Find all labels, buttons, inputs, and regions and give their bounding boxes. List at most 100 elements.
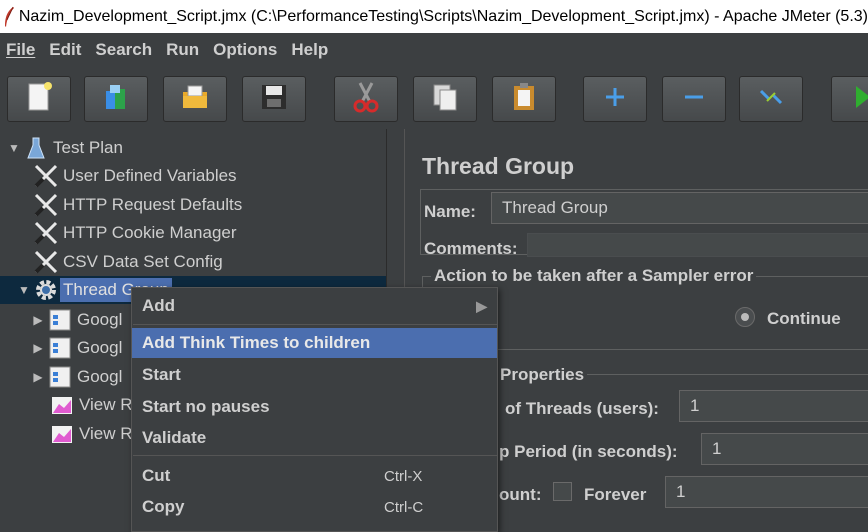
loop-count-field[interactable]: 1 [665, 476, 868, 508]
ramp-up-label: p Period (in seconds): [499, 442, 678, 461]
ramp-up-field[interactable]: 1 [701, 433, 868, 465]
save-button[interactable] [242, 76, 306, 122]
context-menu-separator [133, 324, 498, 325]
tree-expanded-arrow-icon[interactable]: ▼ [16, 283, 32, 297]
context-menu-add[interactable]: Add ▶ [132, 291, 497, 321]
test-plan-flask-icon [22, 135, 50, 161]
toggle-button[interactable] [739, 76, 803, 122]
listener-graph-icon [48, 421, 76, 447]
tree-item-csv-data-set-config[interactable]: CSV Data Set Config [32, 248, 226, 276]
comments-label: Comments: [424, 239, 518, 258]
panel-title: Thread Group [422, 153, 575, 179]
sampler-error-group-title: Action to be taken after a Sampler error [431, 266, 757, 286]
paste-icon [509, 81, 539, 118]
tree-collapsed-arrow-icon[interactable]: ▶ [30, 341, 46, 355]
new-document-icon [24, 81, 54, 118]
copy-button[interactable] [413, 76, 477, 122]
sampler-icon [46, 364, 74, 390]
context-menu-add-think-times[interactable]: Add Think Times to children [132, 328, 497, 358]
context-menu-item-label: Add Think Times to children [142, 333, 371, 352]
gear-icon [32, 277, 60, 303]
open-button[interactable] [163, 76, 227, 122]
tree-item-label: Googl [77, 338, 123, 357]
expand-icon [602, 84, 628, 115]
tree-item-label: User Defined Variables [63, 166, 237, 185]
context-menu-shortcut: Ctrl-X [384, 467, 423, 485]
context-menu-shortcut: Ctrl-C [384, 498, 424, 516]
config-wrench-icon [32, 192, 60, 218]
tree-item-label: View R [79, 424, 133, 443]
toggle-icon [755, 81, 787, 118]
context-menu-item-label: Validate [142, 428, 207, 447]
expand-all-button[interactable] [583, 76, 647, 122]
tree-item-listener-1[interactable]: View R [48, 391, 136, 419]
toolbar [0, 67, 868, 129]
forever-checkbox[interactable] [553, 482, 572, 501]
context-menu-item-label: Start no pauses [142, 397, 270, 416]
menu-file[interactable]: File [0, 40, 43, 60]
loop-count-label: ount: [499, 485, 542, 504]
tree-collapsed-arrow-icon[interactable]: ▶ [30, 370, 46, 384]
tree-expanded-arrow-icon[interactable]: ▼ [6, 141, 22, 155]
menu-bar: File Edit Search Run Options Help [0, 33, 868, 67]
tree-item-label: HTTP Cookie Manager [63, 223, 237, 242]
tree-item-user-defined-variables[interactable]: User Defined Variables [32, 162, 240, 190]
menu-help[interactable]: Help [285, 40, 336, 60]
config-wrench-icon [32, 220, 60, 246]
context-menu-item-label: Cut [142, 466, 171, 485]
context-menu-item-label: Copy [142, 497, 185, 516]
tree-item-sampler-3[interactable]: ▶ Googl [30, 363, 125, 391]
context-menu-validate[interactable]: Validate [132, 423, 497, 453]
submenu-arrow-icon: ▶ [476, 297, 487, 314]
context-menu-cut[interactable]: Cut Ctrl-X [132, 461, 497, 491]
tree-item-label: Test Plan [53, 138, 123, 157]
menu-options[interactable]: Options [207, 40, 285, 60]
context-menu-start[interactable]: Start [132, 360, 497, 390]
window-title: Nazim_Development_Script.jmx (C:\Perform… [18, 7, 868, 25]
start-icon [854, 84, 868, 115]
templates-icon [100, 81, 132, 118]
name-label: Name: [424, 202, 476, 221]
tree-item-label: View R [79, 395, 133, 414]
menu-run[interactable]: Run [160, 40, 207, 60]
continue-label: Continue [767, 309, 841, 328]
cut-icon [350, 80, 382, 119]
context-menu-copy[interactable]: Copy Ctrl-C [132, 492, 497, 522]
title-bar: Nazim_Development_Script.jmx (C:\Perform… [0, 0, 868, 33]
collapse-icon [681, 84, 707, 115]
tree-item-label: HTTP Request Defaults [63, 195, 243, 214]
tree-item-http-cookie-manager[interactable]: HTTP Cookie Manager [32, 219, 240, 247]
tree-collapsed-arrow-icon[interactable]: ▶ [30, 313, 46, 327]
cut-button[interactable] [334, 76, 398, 122]
config-wrench-icon [32, 249, 60, 275]
tree-item-test-plan[interactable]: ▼ Test Plan [6, 134, 126, 162]
context-menu-start-no-pauses[interactable]: Start no pauses [132, 392, 497, 422]
tree-item-label: CSV Data Set Config [63, 252, 223, 271]
collapse-all-button[interactable] [662, 76, 726, 122]
tree-item-sampler-2[interactable]: ▶ Googl [30, 334, 125, 362]
tree-item-label: Googl [77, 310, 123, 329]
menu-search[interactable]: Search [89, 40, 160, 60]
sampler-icon [46, 335, 74, 361]
comments-field[interactable] [527, 233, 868, 257]
paste-button[interactable] [492, 76, 556, 122]
threads-label: of Threads (users): [505, 399, 659, 418]
menu-edit[interactable]: Edit [43, 40, 89, 60]
context-menu: Add ▶ Add Think Times to children Start … [131, 287, 498, 532]
start-button[interactable] [831, 76, 868, 122]
continue-radio[interactable] [735, 307, 755, 327]
templates-button[interactable] [84, 76, 148, 122]
new-button[interactable] [7, 76, 71, 122]
save-icon [259, 82, 289, 117]
tree-item-sampler-1[interactable]: ▶ Googl [30, 306, 125, 334]
copy-icon [429, 81, 461, 118]
context-menu-item-label: Start [142, 365, 181, 384]
tree-item-http-request-defaults[interactable]: HTTP Request Defaults [32, 191, 245, 219]
jmeter-feather-icon [0, 0, 19, 33]
config-wrench-icon [32, 163, 60, 189]
tree-item-listener-2[interactable]: View R [48, 420, 136, 448]
context-menu-item-label: Add [142, 296, 176, 315]
open-folder-icon [179, 82, 211, 117]
name-field[interactable]: Thread Group [491, 192, 868, 224]
threads-field[interactable]: 1 [679, 390, 868, 422]
